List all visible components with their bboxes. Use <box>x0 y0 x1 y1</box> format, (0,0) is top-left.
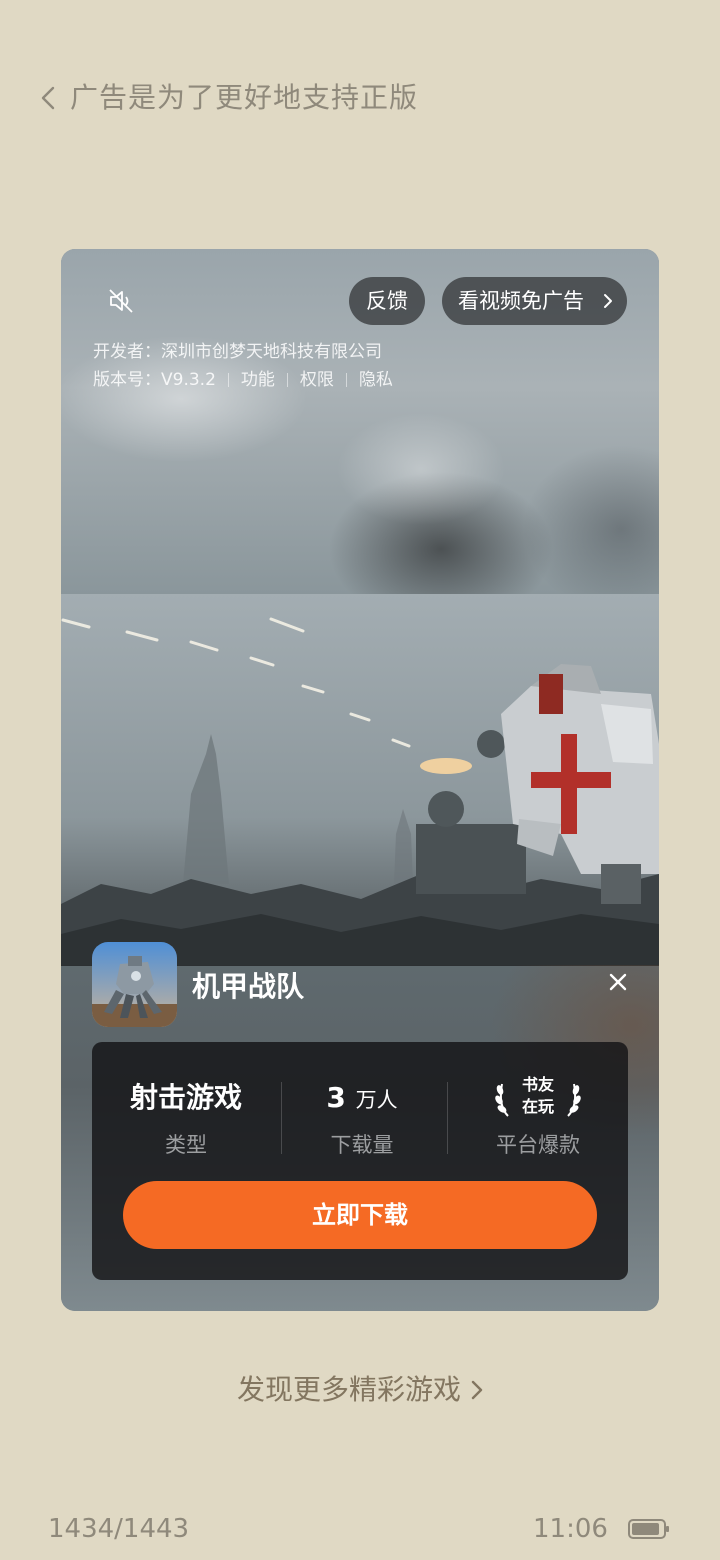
chevron-right-icon <box>471 1380 483 1400</box>
app-name: 机甲战队 <box>192 970 305 1003</box>
battery-icon <box>628 1519 669 1539</box>
laurel-icon <box>567 1083 581 1117</box>
close-icon[interactable] <box>608 972 628 992</box>
top-bar: 广告是为了更好地支持正版 <box>0 62 720 134</box>
popular-badge: 书友 在玩 <box>458 1072 618 1124</box>
downloads-value: 3 万人 <box>282 1072 442 1124</box>
feedback-button[interactable]: 反馈 <box>349 277 425 325</box>
badge-text: 书友 在玩 <box>508 1074 568 1118</box>
divider <box>447 1082 448 1154</box>
chevron-right-icon <box>604 294 612 308</box>
back-icon[interactable] <box>38 86 60 110</box>
genre-value: 射击游戏 <box>129 1081 242 1114</box>
link-permissions[interactable]: 权限 <box>300 366 334 394</box>
ad-page: 广告是为了更好地支持正版 反馈 看视频免广告 开发者：深圳市创梦天地科技有限公司… <box>0 0 720 1560</box>
developer-row: 开发者：深圳市创梦天地科技有限公司 <box>93 342 382 362</box>
battle-scene-image <box>61 594 659 966</box>
downloads-label: 下载量 <box>330 1133 394 1157</box>
version-label: 版本号：V9.3.2 <box>93 370 216 390</box>
app-icon-image <box>92 942 177 1027</box>
downloads-unit: 万人 <box>355 1088 398 1112</box>
watch-video-no-ad-label: 看视频免广告 <box>458 289 584 313</box>
watch-video-no-ad-button[interactable]: 看视频免广告 <box>442 277 627 325</box>
divider <box>286 373 288 387</box>
popular-label: 平台爆款 <box>496 1133 580 1157</box>
download-button[interactable]: 立即下载 <box>123 1181 597 1249</box>
discover-more-link[interactable]: 发现更多精彩游戏 <box>0 1368 720 1412</box>
genre-label: 类型 <box>165 1133 207 1157</box>
badge-line-2: 在玩 <box>521 1097 554 1116</box>
discover-more-label: 发现更多精彩游戏 <box>236 1373 461 1406</box>
page-count: 1434/1443 <box>48 1514 190 1544</box>
badge-line-1: 书友 <box>521 1075 554 1094</box>
page-title: 广告是为了更好地支持正版 <box>70 81 419 114</box>
mute-icon[interactable] <box>107 287 135 315</box>
ad-card[interactable]: 反馈 看视频免广告 开发者：深圳市创梦天地科技有限公司 版本号：V9.3.2 功… <box>61 249 659 1311</box>
divider <box>227 373 229 387</box>
version-row: 版本号：V9.3.2 功能 权限 隐私 <box>93 366 393 394</box>
app-stats-box: 射击游戏 类型 3 万人 下载量 书友 在玩 平台爆款 立即下载 <box>92 1042 628 1280</box>
app-icon[interactable] <box>92 942 177 1027</box>
game-screenshot <box>61 594 659 966</box>
link-privacy[interactable]: 隐私 <box>359 366 393 394</box>
developer-info: 开发者：深圳市创梦天地科技有限公司 版本号：V9.3.2 功能 权限 隐私 <box>93 338 393 394</box>
discover-more-inner: 发现更多精彩游戏 <box>237 1368 483 1412</box>
clock: 11:06 <box>533 1514 608 1544</box>
stat-genre: 射击游戏 类型 <box>106 1072 266 1160</box>
link-features[interactable]: 功能 <box>241 366 275 394</box>
divider <box>345 373 347 387</box>
downloads-number: 3 <box>326 1081 346 1114</box>
stat-popular: 书友 在玩 平台爆款 <box>458 1072 618 1160</box>
stat-downloads: 3 万人 下载量 <box>282 1072 442 1160</box>
